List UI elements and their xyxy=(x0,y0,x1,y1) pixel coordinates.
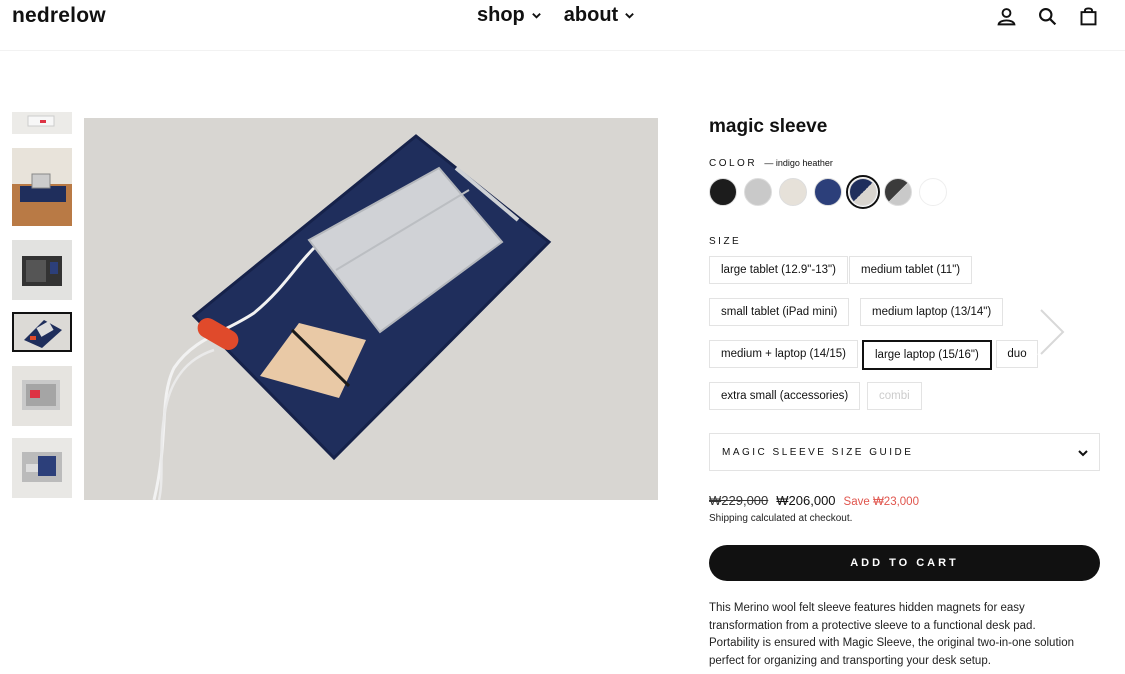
color-value: — indigo heather xyxy=(764,158,833,168)
shipping-note: Shipping calculated at checkout. xyxy=(709,513,853,524)
nav-shop-label: shop xyxy=(477,4,525,26)
color-label: COLOR xyxy=(709,158,758,169)
size-large-laptop[interactable]: large laptop (15/16") xyxy=(862,340,992,370)
thumbnail-image xyxy=(22,452,62,482)
chevron-right-icon[interactable] xyxy=(1031,302,1071,362)
size-guide-label: MAGIC SLEEVE SIZE GUIDE xyxy=(722,446,914,458)
product-photo xyxy=(84,118,658,500)
thumbnail-5[interactable] xyxy=(12,366,72,426)
thumbnail-image xyxy=(24,320,62,348)
chevron-down-icon xyxy=(531,13,541,19)
size-small-tablet[interactable]: small tablet (iPad mini) xyxy=(709,298,850,326)
thumbnail-6[interactable] xyxy=(12,438,72,498)
chevron-down-icon xyxy=(625,13,635,19)
thumbnail-4-selected[interactable] xyxy=(12,312,72,352)
swatch-indigo-heather[interactable] xyxy=(846,175,880,209)
nav-about-label: about xyxy=(563,4,619,26)
search-icon[interactable] xyxy=(1037,6,1058,27)
swatch-light-gray[interactable] xyxy=(744,178,772,206)
chevron-down-icon xyxy=(1078,450,1088,457)
product-title: magic sleeve xyxy=(709,116,828,137)
original-price: ₩229,000 xyxy=(709,493,769,508)
size-extra-small[interactable]: extra small (accessories) xyxy=(709,382,861,410)
swatch-charcoal-gray[interactable] xyxy=(884,178,912,206)
main-product-image[interactable] xyxy=(84,118,658,500)
thumbnail-image xyxy=(27,115,55,127)
size-combi[interactable]: combi xyxy=(867,382,922,410)
size-medium-plus-laptop[interactable]: medium + laptop (14/15) xyxy=(709,340,858,368)
thumbnail-image xyxy=(22,380,60,410)
size-large-tablet[interactable]: large tablet (12.9"-13") xyxy=(709,256,848,284)
main-nav: shop about xyxy=(477,4,635,27)
thumbnail-1[interactable] xyxy=(12,112,72,134)
swatch-black[interactable] xyxy=(709,178,737,206)
swatch-oatmeal[interactable] xyxy=(779,178,807,206)
thumbnail-3[interactable] xyxy=(12,240,72,300)
thumbnail-2[interactable] xyxy=(12,148,72,226)
color-label-row: COLOR — indigo heather xyxy=(709,158,833,169)
account-icon[interactable] xyxy=(996,6,1017,27)
thumbnail-image xyxy=(12,148,72,226)
header-icons xyxy=(996,6,1099,27)
cart-icon[interactable] xyxy=(1078,6,1099,27)
size-medium-laptop[interactable]: medium laptop (13/14") xyxy=(860,298,1004,326)
add-to-cart-button[interactable]: ADD TO CART xyxy=(709,545,1100,581)
savings-badge: Save ₩23,000 xyxy=(843,496,919,508)
nav-about[interactable]: about xyxy=(564,4,635,27)
price-row: ₩229,000 ₩206,000 Save ₩23,000 xyxy=(709,493,919,508)
size-guide-accordion[interactable]: MAGIC SLEEVE SIZE GUIDE xyxy=(709,433,1100,471)
site-logo[interactable]: nedrelow xyxy=(12,4,106,28)
thumbnail-image xyxy=(22,256,62,286)
product-info: magic sleeve COLOR — indigo heather SIZE… xyxy=(709,116,1101,667)
size-label: SIZE xyxy=(709,236,742,247)
size-medium-tablet[interactable]: medium tablet (11") xyxy=(849,256,973,284)
product-description: This Merino wool felt sleeve features hi… xyxy=(709,602,1074,667)
site-header: nedrelow shop about xyxy=(0,0,1125,51)
swatch-navy[interactable] xyxy=(814,178,842,206)
swatch-white[interactable] xyxy=(919,178,947,206)
sale-price: ₩206,000 xyxy=(776,493,836,508)
nav-shop[interactable]: shop xyxy=(477,4,542,27)
color-swatches xyxy=(709,175,947,209)
